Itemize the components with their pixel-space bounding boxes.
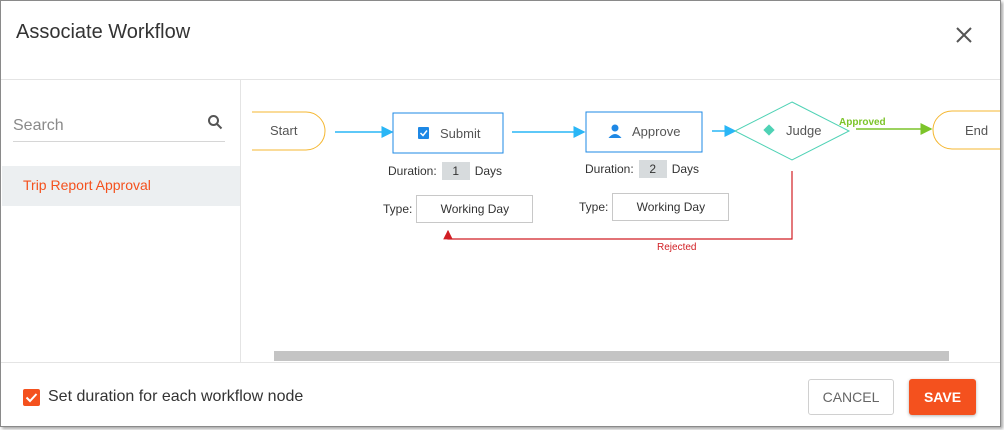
search-box xyxy=(13,108,225,142)
approve-duration: Duration: 2 Days xyxy=(585,160,699,178)
duration-checkbox-label[interactable]: Set duration for each workflow node xyxy=(48,388,303,406)
judge-node[interactable]: Judge xyxy=(733,101,851,161)
approve-type-select[interactable]: Working Day xyxy=(612,193,730,221)
dialog-footer: Set duration for each workflow node CANC… xyxy=(1,362,1000,428)
start-node[interactable]: Start xyxy=(252,111,326,151)
approve-node-label: Approve xyxy=(632,124,680,139)
workflow-list-item[interactable]: Trip Report Approval xyxy=(2,166,240,206)
days-label: Days xyxy=(474,164,503,178)
start-node-label: Start xyxy=(270,123,298,138)
rejected-edge-label: Rejected xyxy=(657,242,696,253)
approve-duration-value[interactable]: 2 xyxy=(638,160,667,178)
submit-node-label: Submit xyxy=(440,126,481,141)
cancel-button[interactable]: CANCEL xyxy=(808,379,894,415)
dialog-header: Associate Workflow xyxy=(1,1,1000,80)
horizontal-scrollbar[interactable] xyxy=(274,351,949,361)
end-node-label: End xyxy=(965,123,988,138)
associate-workflow-dialog: Associate Workflow Trip Report Approval xyxy=(0,0,1001,427)
submit-node[interactable]: Submit xyxy=(392,112,504,154)
duration-checkbox[interactable] xyxy=(23,389,40,406)
submit-type-select[interactable]: Working Day xyxy=(416,195,534,223)
workflow-canvas: Start Submit Approve Judge Approved End … xyxy=(242,80,1000,362)
workflow-diagram: Start Submit Approve Judge Approved End … xyxy=(252,101,1000,253)
submit-duration: Duration: 1 Days xyxy=(388,162,502,180)
type-label: Type: xyxy=(383,202,413,216)
submit-type: Type: Working Day xyxy=(383,195,534,223)
end-node[interactable]: End xyxy=(932,110,1000,150)
checkmark-icon xyxy=(25,393,38,403)
days-label: Days xyxy=(671,162,700,176)
workflow-sidebar: Trip Report Approval xyxy=(1,80,241,362)
checklist-icon xyxy=(418,127,429,139)
duration-label: Duration: xyxy=(585,162,634,176)
submit-duration-value[interactable]: 1 xyxy=(441,162,470,180)
close-icon[interactable] xyxy=(954,25,974,45)
approved-edge-label: Approved xyxy=(839,117,886,128)
search-input[interactable] xyxy=(13,115,203,137)
duration-label: Duration: xyxy=(388,164,437,178)
search-icon[interactable] xyxy=(207,114,223,130)
type-label: Type: xyxy=(579,200,609,214)
approve-type: Type: Working Day xyxy=(579,193,730,221)
dialog-title: Associate Workflow xyxy=(16,21,191,43)
judge-node-label: Judge xyxy=(786,123,821,138)
approve-node[interactable]: Approve xyxy=(585,111,703,153)
save-button[interactable]: SAVE xyxy=(909,379,976,415)
